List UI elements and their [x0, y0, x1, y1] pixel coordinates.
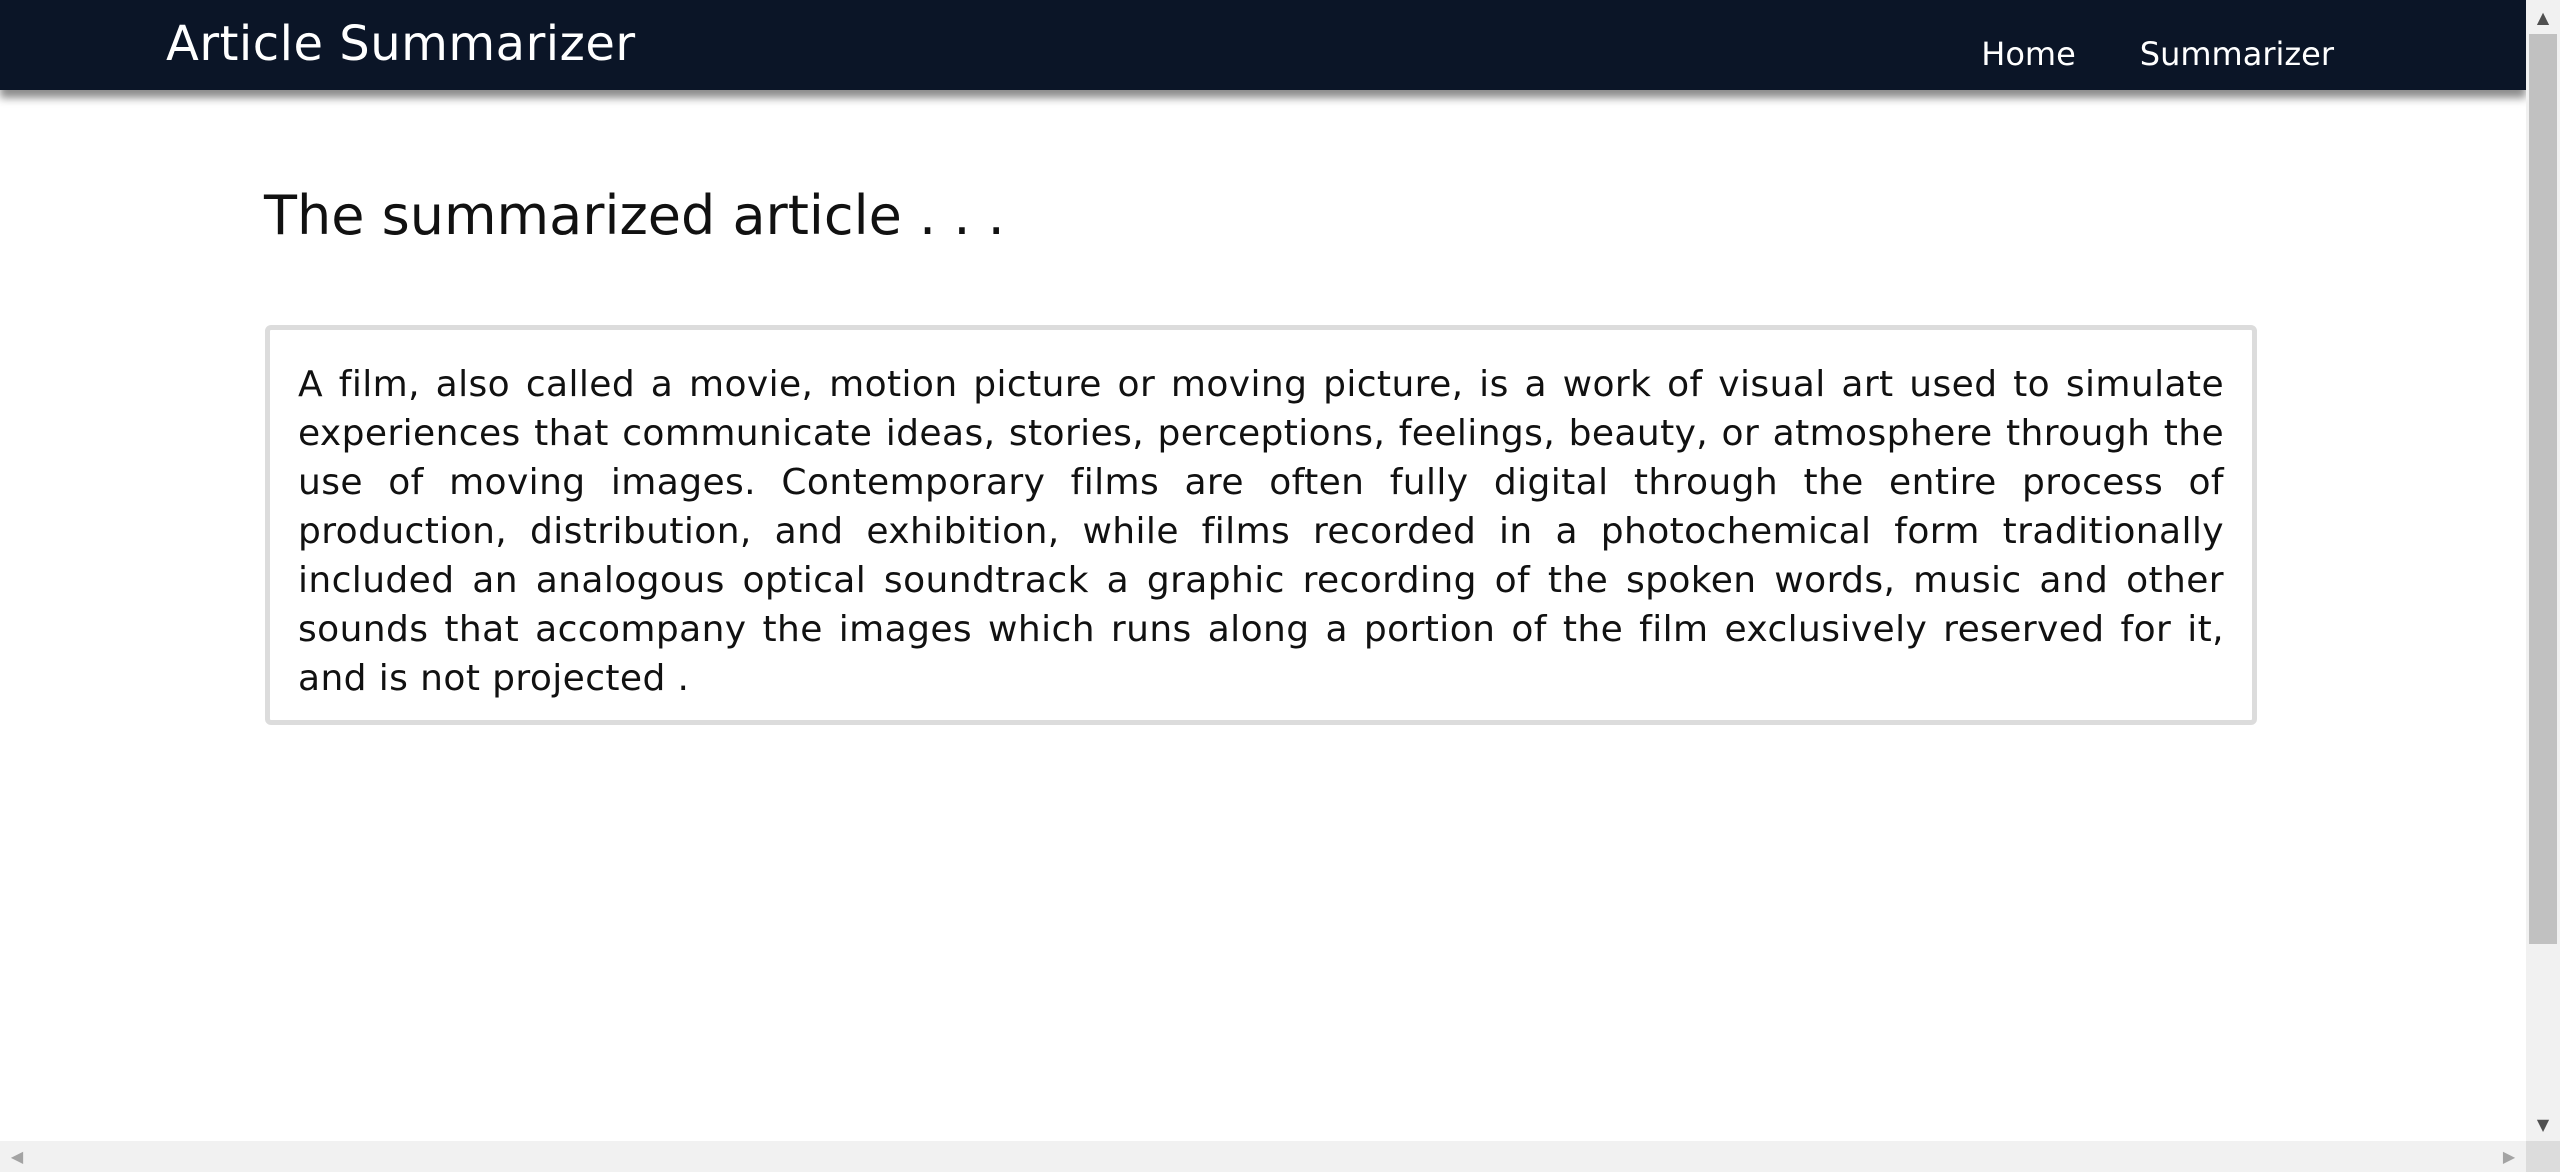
- vertical-scroll-thumb[interactable]: [2529, 34, 2557, 944]
- scrollbar-corner: [2526, 1141, 2560, 1172]
- page-viewport: Article Summarizer Home Summarizer The s…: [0, 0, 2526, 1141]
- scroll-right-arrow-icon[interactable]: ▶: [2492, 1141, 2526, 1172]
- nav-links: Home Summarizer: [1981, 30, 2334, 78]
- scroll-up-arrow-icon[interactable]: ▲: [2526, 2, 2560, 32]
- top-navbar: Article Summarizer Home Summarizer: [0, 0, 2526, 90]
- scroll-left-arrow-icon[interactable]: ◀: [0, 1141, 34, 1172]
- page-title: The summarized article . . .: [264, 184, 1005, 247]
- summary-text: A film, also called a movie, motion pict…: [298, 364, 2224, 699]
- scroll-down-arrow-icon[interactable]: ▼: [2526, 1109, 2560, 1139]
- nav-link-home[interactable]: Home: [1981, 30, 2076, 78]
- browser-page: Article Summarizer Home Summarizer The s…: [0, 0, 2560, 1172]
- nav-link-summarizer[interactable]: Summarizer: [2140, 30, 2334, 78]
- vertical-scrollbar[interactable]: ▲ ▼: [2526, 0, 2560, 1141]
- brand-title[interactable]: Article Summarizer: [166, 14, 636, 74]
- summary-box: A film, also called a movie, motion pict…: [265, 325, 2257, 725]
- horizontal-scrollbar[interactable]: ◀ ▶: [0, 1141, 2526, 1172]
